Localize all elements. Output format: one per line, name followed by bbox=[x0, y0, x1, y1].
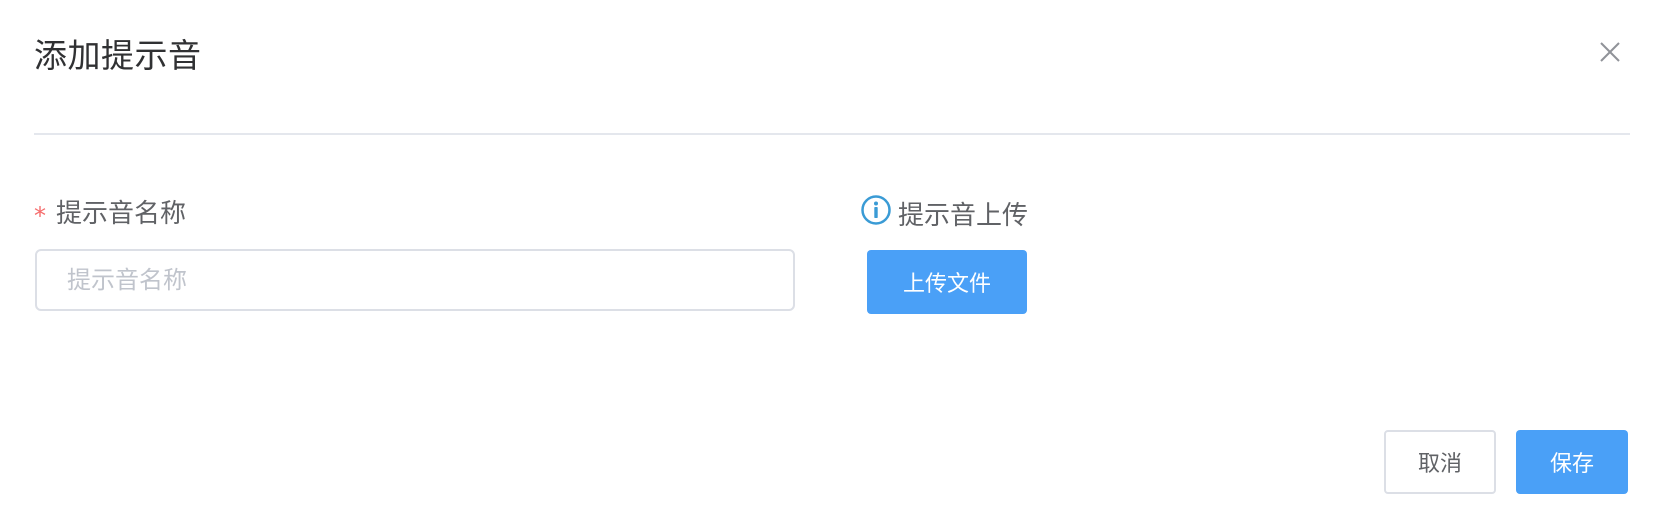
name-field-label: * 提示音名称 bbox=[34, 194, 186, 234]
required-mark: * bbox=[34, 202, 46, 230]
upload-file-button[interactable]: 上传文件 bbox=[867, 250, 1027, 314]
close-icon[interactable] bbox=[1598, 40, 1622, 64]
name-label-text: 提示音名称 bbox=[56, 199, 187, 229]
dialog-title: 添加提示音 bbox=[34, 36, 202, 75]
cancel-button[interactable]: 取消 bbox=[1384, 430, 1496, 494]
upload-field-label: 提示音上传 bbox=[860, 194, 1028, 238]
add-sound-dialog: 添加提示音 * 提示音名称 提示音上传 上传文件 取消 保存 bbox=[0, 0, 1664, 526]
header-divider bbox=[34, 133, 1630, 135]
sound-name-input[interactable] bbox=[35, 249, 795, 311]
info-icon[interactable] bbox=[860, 194, 898, 238]
save-button[interactable]: 保存 bbox=[1516, 430, 1628, 494]
upload-label-text: 提示音上传 bbox=[898, 201, 1029, 231]
